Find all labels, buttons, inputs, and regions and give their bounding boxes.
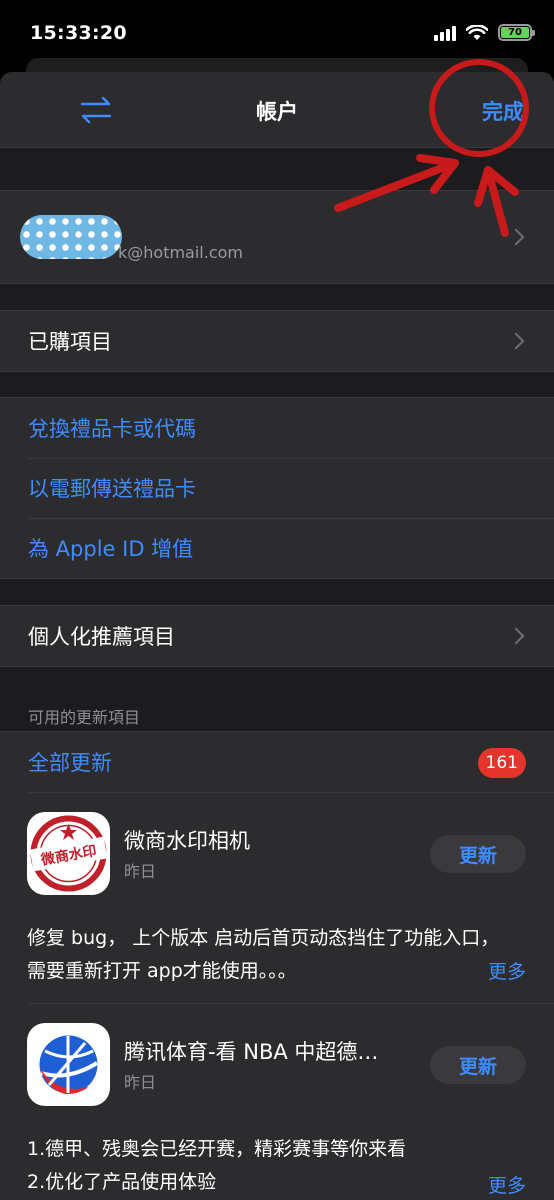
add-funds-row[interactable]: 為 Apple ID 增值: [0, 518, 554, 578]
chevron-right-icon: [507, 627, 525, 645]
app-date: 昨日: [124, 862, 157, 881]
purchased-group: 已購項目: [0, 310, 554, 372]
updates-section-header: 可用的更新項目: [28, 708, 141, 727]
update-all-row: 全部更新 161: [0, 732, 554, 792]
app-icon-weishang[interactable]: 微商水印: [27, 812, 110, 895]
release-notes: 1.德甲、残奥会已经开赛，精彩赛事等你来看 2.优化了产品使用体验: [27, 1133, 527, 1199]
update-button[interactable]: 更新: [430, 1046, 526, 1084]
more-link[interactable]: 更多: [488, 957, 526, 984]
more-link[interactable]: 更多: [488, 1171, 526, 1198]
app-date: 昨日: [124, 1073, 157, 1092]
wifi-icon: [466, 24, 488, 40]
send-gift-row[interactable]: 以電郵傳送禮品卡: [0, 458, 554, 518]
personalized-group: 個人化推薦項目: [0, 605, 554, 667]
app-name[interactable]: 腾讯体育-看 NBA 中超德…: [124, 1036, 404, 1066]
add-funds-link[interactable]: 為 Apple ID 增值: [28, 533, 193, 563]
done-button[interactable]: 完成: [482, 96, 524, 126]
release-notes-line: 需要重新打开 app才能使用。。。: [27, 960, 297, 982]
status-icons: 70: [434, 24, 535, 41]
release-notes-line: 2.优化了产品使用体验: [27, 1171, 217, 1193]
nav-bar: 帳户 完成: [0, 72, 554, 148]
release-notes-line: 修复 bug， 上个版本 启动后首页动态挡住了功能入口，: [27, 927, 500, 949]
cellular-signal-icon: [434, 25, 456, 41]
account-row[interactable]: k@hotmail.com: [0, 191, 554, 283]
update-item: 微商水印 微商水印相机 昨日 更新 修复 bug， 上个版本 启动后首页动态挡住…: [0, 792, 554, 1002]
redeem-row[interactable]: 兌換禮品卡或代碼: [0, 398, 554, 458]
chevron-right-icon: [507, 228, 525, 246]
battery-icon: 70: [498, 24, 535, 41]
gift-card-group: 兌換禮品卡或代碼 以電郵傳送禮品卡 為 Apple ID 增值: [0, 397, 554, 579]
update-item: 腾讯体育-看 NBA 中超德… 昨日 更新 1.德甲、残奥会已经开赛，精彩赛事等…: [0, 1003, 554, 1200]
personalized-label: 個人化推薦項目: [28, 625, 175, 649]
release-notes: 修复 bug， 上个版本 启动后首页动态挡住了功能入口， 需要重新打开 app才…: [27, 922, 527, 988]
app-name[interactable]: 微商水印相机: [124, 825, 404, 855]
redeem-link[interactable]: 兌換禮品卡或代碼: [28, 413, 196, 443]
battery-level: 70: [501, 27, 529, 38]
updates-group: 全部更新 161 微商水印 微商水印相机 昨日 更新 修复 bug， 上个版本 …: [0, 731, 554, 1200]
page-title: 帳户: [256, 100, 298, 124]
redacted-name: [20, 215, 122, 259]
send-gift-link[interactable]: 以電郵傳送禮品卡: [28, 473, 196, 503]
update-all-button[interactable]: 全部更新: [28, 747, 112, 777]
app-icon-tencent-sports[interactable]: [27, 1023, 110, 1106]
purchased-row[interactable]: 已購項目: [0, 311, 554, 371]
status-time: 15:33:20: [30, 22, 127, 44]
update-count-badge: 161: [477, 748, 526, 778]
update-button[interactable]: 更新: [430, 835, 526, 873]
account-email: k@hotmail.com: [118, 243, 244, 262]
chevron-right-icon: [507, 332, 525, 350]
account-sheet: 帳户 完成 k@hotmail.com 已購項目 兌換禮品卡或代碼 以電郵傳送禮…: [0, 72, 554, 1200]
personalized-row[interactable]: 個人化推薦項目: [0, 606, 554, 666]
purchased-label: 已購項目: [28, 330, 112, 354]
release-notes-line: 1.德甲、残奥会已经开赛，精彩赛事等你来看: [27, 1138, 407, 1160]
account-group: k@hotmail.com: [0, 190, 554, 284]
